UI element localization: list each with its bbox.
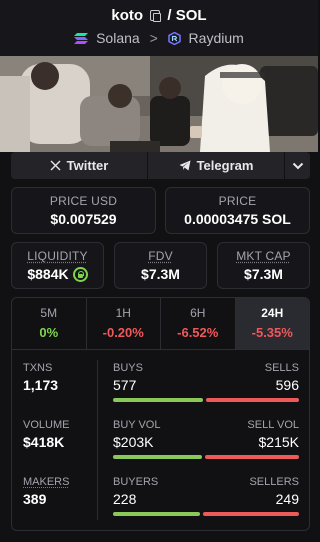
copy-icon[interactable] xyxy=(150,10,162,22)
sell-volume-label: SELL VOL xyxy=(247,419,299,431)
solana-icon xyxy=(74,33,89,44)
timeframe-tabs: 5M 0% 1H -0.20% 6H -6.52% 24H -5.35% xyxy=(12,298,309,350)
breadcrumb-chevron: > xyxy=(149,30,158,46)
volume-label: VOLUME xyxy=(23,419,70,431)
chain-dex-breadcrumb: Solana > Raydium xyxy=(0,30,318,46)
price-usd-label: PRICE USD xyxy=(49,194,118,208)
buys-label: BUYS xyxy=(113,362,143,374)
txns-stat: TXNS 1,173 xyxy=(23,362,58,393)
trade-stats-panel: 5M 0% 1H -0.20% 6H -6.52% 24H -5.35% TXN… xyxy=(11,297,310,531)
makers-stat: MAKERS 389 xyxy=(23,476,69,507)
sells-label: SELLS xyxy=(264,362,299,374)
social-links-bar: Twitter Telegram xyxy=(11,152,310,179)
buyers-value: 228 xyxy=(113,491,137,507)
buys-value: 577 xyxy=(113,377,137,393)
price-native-label: PRICE xyxy=(218,194,257,208)
raydium-icon xyxy=(167,32,181,45)
twitter-label: Twitter xyxy=(66,158,109,173)
pair-separator: / xyxy=(167,7,172,24)
market-cap-label: MKT CAP xyxy=(236,249,291,263)
buyers-sellers-bar xyxy=(113,512,299,516)
tab-label: 24H xyxy=(261,306,284,320)
makers-label: MAKERS xyxy=(23,476,70,488)
buys-sells-bar xyxy=(113,398,299,402)
volume-split-row: BUY VOL SELL VOL $203K $215K xyxy=(113,419,299,459)
buy-volume-label: BUY VOL xyxy=(113,419,161,431)
tab-label: 1H xyxy=(115,306,131,320)
token-banner-image xyxy=(0,56,318,152)
price-native-value: 0.00003475 SOL xyxy=(184,211,291,227)
txns-value: 1,173 xyxy=(23,377,59,393)
txns-label: TXNS xyxy=(23,362,53,374)
tab-change: -5.35% xyxy=(251,325,293,340)
sell-volume-bar-fill xyxy=(204,455,299,459)
buyers-label: BUYERS xyxy=(113,476,159,488)
stats-grid: TXNS 1,173 VOLUME $418K MAKERS 389 BUYS … xyxy=(12,350,309,530)
market-cap-value: $7.3M xyxy=(244,266,283,282)
liquidity-label: LIQUIDITY xyxy=(27,249,88,263)
price-native-box: PRICE 0.00003475 SOL xyxy=(165,187,310,234)
sells-bar-fill xyxy=(206,398,299,402)
tab-change: -6.52% xyxy=(177,325,219,340)
token-symbol: koto xyxy=(111,7,144,24)
quote-symbol: SOL xyxy=(175,7,207,24)
volume-value: $418K xyxy=(23,434,65,450)
twitter-button[interactable]: Twitter xyxy=(11,152,148,179)
tab-label: 5M xyxy=(40,306,58,320)
dex-name[interactable]: Raydium xyxy=(189,30,244,46)
buys-sells-row: BUYS SELLS 577 596 xyxy=(113,362,299,402)
volume-split-bar xyxy=(113,455,299,459)
chain-name[interactable]: Solana xyxy=(96,30,140,46)
sellers-label: SELLERS xyxy=(249,476,299,488)
tab-5m[interactable]: 5M 0% xyxy=(12,298,87,349)
telegram-icon xyxy=(179,160,191,171)
sellers-value: 249 xyxy=(275,491,299,507)
pair-title: koto / SOL xyxy=(0,7,318,24)
chevron-down-icon xyxy=(292,162,303,169)
tab-24h[interactable]: 24H -5.35% xyxy=(235,298,309,349)
fdv-label: FDV xyxy=(148,249,173,263)
buy-volume-bar-fill xyxy=(113,455,202,459)
volume-stat: VOLUME $418K xyxy=(23,419,69,450)
tab-label: 6H xyxy=(190,306,206,320)
x-icon xyxy=(50,160,61,171)
price-usd-box: PRICE USD $0.007529 xyxy=(11,187,156,234)
makers-value: 389 xyxy=(23,491,47,507)
pair-header: koto / SOL Solana > Raydium xyxy=(0,0,318,56)
buyers-sellers-row: BUYERS SELLERS 228 249 xyxy=(113,476,299,516)
liquidity-value: $884K xyxy=(12,266,103,282)
fdv-box: FDV $7.3M xyxy=(114,242,207,289)
sell-volume-value: $215K xyxy=(258,434,299,450)
stats-divider xyxy=(97,360,98,520)
buys-bar-fill xyxy=(113,398,204,402)
telegram-label: Telegram xyxy=(196,158,254,173)
price-usd-value: $0.007529 xyxy=(50,211,117,227)
telegram-button[interactable]: Telegram xyxy=(148,152,285,179)
sells-value: 596 xyxy=(275,377,299,393)
lock-icon[interactable] xyxy=(72,267,88,282)
buyers-bar-fill xyxy=(113,512,201,516)
tab-change: 0% xyxy=(39,325,59,340)
liquidity-box: LIQUIDITY $884K xyxy=(11,242,104,289)
more-links-button[interactable] xyxy=(285,152,310,179)
banner-photo xyxy=(0,56,318,152)
sellers-bar-fill xyxy=(203,512,299,516)
fdv-value: $7.3M xyxy=(141,266,180,282)
tab-1h[interactable]: 1H -0.20% xyxy=(87,298,161,349)
buy-volume-value: $203K xyxy=(113,434,154,450)
tab-6h[interactable]: 6H -6.52% xyxy=(161,298,236,349)
market-cap-box: MKT CAP $7.3M xyxy=(217,242,310,289)
tab-change: -0.20% xyxy=(102,325,144,340)
